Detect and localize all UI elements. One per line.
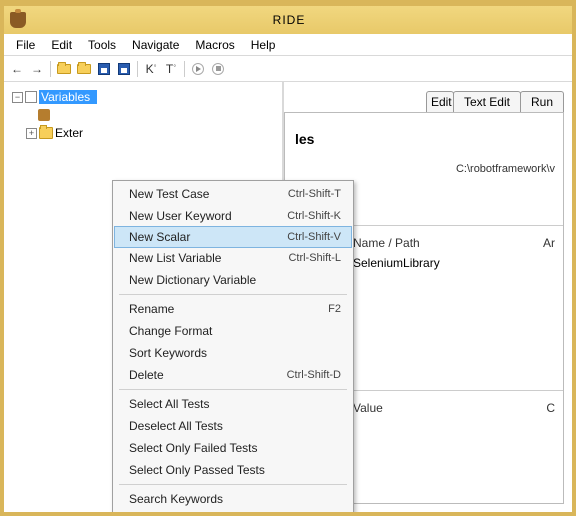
open-button[interactable]	[55, 60, 73, 78]
context-menu-item-shortcut: Ctrl-Shift-V	[287, 231, 341, 243]
context-menu-item-label: New User Keyword	[129, 209, 287, 223]
context-menu-item[interactable]: Search Keywords	[115, 488, 351, 510]
context-menu-item[interactable]: New Dictionary Variable	[115, 269, 351, 291]
menubar: File Edit Tools Navigate Macros Help	[4, 34, 572, 56]
context-menu-item-label: Select Only Passed Tests	[129, 463, 341, 477]
context-menu-item-label: Search Keywords	[129, 492, 341, 506]
col-c: C	[546, 401, 555, 415]
save-all-icon	[118, 63, 130, 75]
context-menu-item-label: New List Variable	[129, 251, 288, 265]
collapse-icon[interactable]: −	[12, 92, 23, 103]
stop-button[interactable]	[209, 60, 227, 78]
context-menu-item-label: Sort Keywords	[129, 346, 341, 360]
context-menu-item[interactable]: Select Only Failed Tests	[115, 437, 351, 459]
folder-open-icon	[57, 64, 71, 74]
col-name-path: Name / Path	[353, 236, 420, 250]
play-icon	[192, 63, 204, 75]
folder-icon	[39, 127, 53, 139]
forward-button[interactable]: →	[28, 60, 46, 78]
menu-file[interactable]: File	[8, 36, 43, 54]
context-menu-separator	[119, 484, 347, 485]
toolbar-separator	[137, 61, 138, 77]
tree-root-row[interactable]: − Variables	[8, 88, 278, 106]
context-menu-item-shortcut: Ctrl-Shift-L	[288, 252, 341, 264]
context-menu-item[interactable]: RenameF2	[115, 298, 351, 320]
app-icon	[10, 12, 26, 28]
save-icon	[98, 63, 110, 75]
context-menu-separator	[119, 294, 347, 295]
context-menu-item[interactable]: Change Format	[115, 320, 351, 342]
source-path: C:\robotframework\v	[293, 163, 555, 175]
tab-text-edit[interactable]: Text Edit	[453, 91, 521, 112]
context-menu-item[interactable]: New User KeywordCtrl-Shift-K	[115, 205, 351, 227]
open-folder-button[interactable]	[75, 60, 93, 78]
context-menu-item-label: New Dictionary Variable	[129, 273, 341, 287]
menu-edit[interactable]: Edit	[43, 36, 80, 54]
titlebar: RIDE	[4, 6, 572, 34]
tab-run[interactable]: Run	[520, 91, 564, 112]
app-title: RIDE	[12, 13, 566, 27]
context-menu-item[interactable]: Sort Keywords	[115, 342, 351, 364]
save-button[interactable]	[95, 60, 113, 78]
tree-external-label: Exter	[55, 126, 89, 140]
keyword-button[interactable]: K◦	[142, 60, 160, 78]
context-menu-item-label: New Scalar	[129, 230, 287, 244]
context-menu-item[interactable]: New Test CaseCtrl-Shift-T	[115, 183, 351, 205]
expand-icon[interactable]: +	[26, 128, 37, 139]
col-ar: Ar	[543, 236, 555, 250]
robot-icon	[38, 109, 50, 121]
context-menu-item-label: Select Only Failed Tests	[129, 441, 341, 455]
back-button[interactable]: ←	[8, 60, 26, 78]
tab-strip: Edit Text Edit Run	[427, 90, 564, 111]
run-button[interactable]	[189, 60, 207, 78]
toolbar: ← → K◦ T◦	[4, 56, 572, 82]
context-menu-item[interactable]: New ScalarCtrl-Shift-V	[114, 226, 352, 248]
context-menu-item-shortcut: Ctrl-Shift-K	[287, 210, 341, 222]
context-menu-item[interactable]: DeleteCtrl-Shift-D	[115, 364, 351, 386]
context-menu-item-shortcut: F2	[328, 303, 341, 315]
tab-edit[interactable]: Edit	[426, 91, 454, 112]
col-value: Value	[353, 401, 383, 415]
context-menu-item-label: Change Format	[129, 324, 341, 338]
menu-help[interactable]: Help	[243, 36, 284, 54]
editor-section-title: les	[293, 131, 555, 147]
arrow-right-icon: →	[31, 62, 43, 76]
menu-tools[interactable]: Tools	[80, 36, 124, 54]
tree-root-label[interactable]: Variables	[39, 90, 97, 104]
toolbar-separator	[184, 61, 185, 77]
context-menu-item-shortcut: Ctrl-Shift-T	[288, 188, 341, 200]
context-menu-item[interactable]: New List VariableCtrl-Shift-L	[115, 247, 351, 269]
context-menu-item-label: Select All Tests	[129, 397, 341, 411]
context-menu-item-label: Rename	[129, 302, 328, 316]
context-menu: New Test CaseCtrl-Shift-TNew User Keywor…	[112, 180, 354, 512]
context-menu-item-label: Deselect All Tests	[129, 419, 341, 433]
context-menu-item[interactable]: Select All Tests	[115, 393, 351, 415]
context-menu-item-shortcut: Ctrl-Shift-D	[287, 369, 341, 381]
tree-child-row[interactable]	[8, 106, 278, 124]
t-icon: T◦	[166, 61, 176, 76]
main-area: − Variables + Exter Edit Text Edit Run l…	[4, 82, 572, 512]
menu-navigate[interactable]: Navigate	[124, 36, 187, 54]
suite-icon	[25, 91, 37, 103]
arrow-left-icon: ←	[11, 62, 23, 76]
context-menu-item-label: New Test Case	[129, 187, 288, 201]
tree-external-row[interactable]: + Exter	[8, 124, 278, 142]
k-icon: K◦	[146, 61, 157, 76]
context-menu-item[interactable]: Deselect All Tests	[115, 415, 351, 437]
import-row-name[interactable]: SeleniumLibrary	[353, 256, 440, 270]
context-menu-separator	[119, 389, 347, 390]
menu-macros[interactable]: Macros	[187, 36, 242, 54]
save-all-button[interactable]	[115, 60, 133, 78]
toolbar-separator	[50, 61, 51, 77]
context-menu-item[interactable]: Select Only Passed Tests	[115, 459, 351, 481]
context-menu-item-label: Delete	[129, 368, 287, 382]
folder-icon	[77, 64, 91, 74]
stop-icon	[212, 63, 224, 75]
testcase-button[interactable]: T◦	[162, 60, 180, 78]
